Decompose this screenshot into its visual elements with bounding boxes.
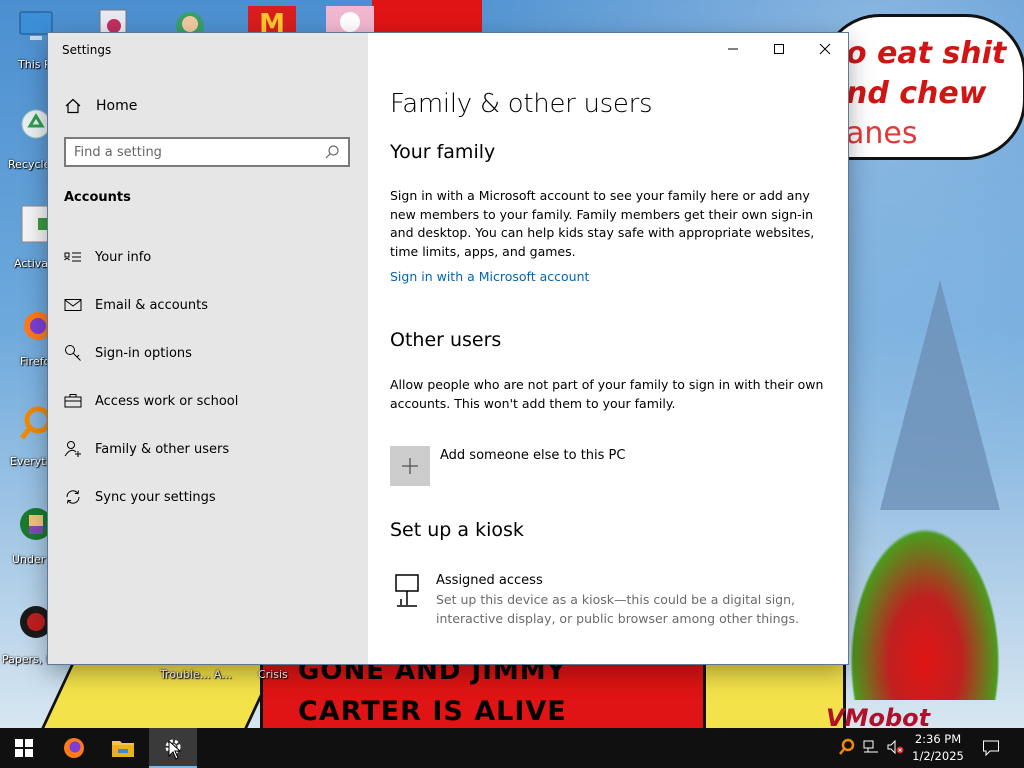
section-heading: Accounts — [64, 190, 131, 205]
kiosk-icon — [395, 574, 419, 607]
briefcase-icon — [64, 392, 82, 410]
search-box[interactable] — [64, 137, 350, 167]
desktop-label-firefox: Firefo — [20, 355, 51, 368]
content-pane: Family & other users Your family Sign in… — [390, 33, 830, 664]
desktop-label-trouble: Trouble... A... — [160, 668, 232, 681]
assigned-access-description: Set up this device as a kiosk—this could… — [436, 592, 799, 626]
assigned-access-title: Assigned access — [436, 573, 543, 588]
mouse-cursor-icon — [168, 740, 182, 760]
assigned-access-text: Assigned access Set up this device as a … — [436, 573, 816, 628]
desktop-label-papers: Papers, P — [2, 653, 53, 666]
sidebar-item-your-info[interactable]: Your info — [48, 233, 368, 281]
taskbar: 2:36 PM 1/2/2025 — [0, 728, 1024, 768]
wallpaper-text-2: CARTER IS ALIVE — [298, 696, 567, 727]
add-icon-tile — [390, 446, 430, 486]
desktop-label-this-pc: This P — [18, 58, 51, 71]
taskbar-file-explorer[interactable] — [99, 728, 147, 768]
sidebar-item-sign-in-options[interactable]: Sign-in options — [48, 329, 368, 377]
add-someone-label: Add someone else to this PC — [440, 448, 626, 463]
clock-date: 1/2/2025 — [912, 749, 964, 763]
wallpaper-tree — [880, 280, 1000, 510]
wallpaper-signature: VMobot — [826, 704, 931, 728]
contact-card-icon — [64, 248, 82, 266]
desktop-label-undertale: Under — [12, 553, 46, 566]
search-icon — [325, 145, 339, 159]
sidebar-item-label: Family & other users — [95, 441, 230, 457]
christmas-tree-image — [840, 510, 1010, 700]
sidebar: Settings Home Accounts Your info Email &… — [48, 33, 368, 664]
window-title: Settings — [62, 43, 112, 57]
page-title: Family & other users — [390, 89, 653, 119]
person-add-icon — [64, 440, 82, 458]
desktop-label-everything: Everyth — [10, 455, 53, 468]
folder-icon — [112, 741, 134, 757]
search-tray-icon[interactable] — [838, 738, 856, 756]
speech-text-3: anes — [846, 116, 918, 151]
sidebar-item-sync-settings[interactable]: Sync your settings — [48, 473, 368, 521]
windows-logo-icon — [15, 739, 33, 757]
assigned-access-item[interactable]: Assigned access Set up this device as a … — [394, 573, 816, 628]
sidebar-item-work-school[interactable]: Access work or school — [48, 377, 368, 425]
settings-window: Settings Home Accounts Your info Email &… — [48, 33, 848, 664]
sidebar-item-family-other-users[interactable]: Family & other users — [48, 425, 368, 473]
notifications-icon[interactable] — [982, 739, 1000, 757]
sidebar-item-label: Sync your settings — [95, 489, 216, 505]
sign-in-microsoft-link[interactable]: Sign in with a Microsoft account — [390, 269, 589, 284]
sidebar-item-label: Sign-in options — [95, 345, 192, 361]
home-label: Home — [96, 98, 138, 114]
your-family-heading: Your family — [390, 141, 496, 163]
kiosk-heading: Set up a kiosk — [390, 519, 524, 541]
sidebar-nav: Your info Email & accounts Sign-in optio… — [48, 233, 368, 521]
desktop-label-recycle: Recycle — [8, 158, 51, 171]
speech-text-1: o eat shit — [846, 36, 1007, 71]
desktop-label-activa: Activa — [14, 257, 48, 270]
other-users-description: Allow people who are not part of your fa… — [390, 377, 824, 411]
firefox-icon — [64, 738, 84, 758]
your-family-description: Sign in with a Microsoft account to see … — [390, 188, 815, 259]
network-icon[interactable] — [862, 738, 880, 756]
home-link[interactable]: Home — [64, 94, 137, 118]
speech-text-2: nd chew — [846, 76, 987, 111]
volume-muted-icon[interactable] — [886, 738, 904, 756]
sync-icon — [64, 488, 82, 506]
sidebar-item-label: Your info — [95, 249, 152, 265]
start-button[interactable] — [0, 728, 48, 768]
search-input[interactable] — [66, 138, 324, 166]
plus-icon — [402, 458, 418, 474]
clock-time: 2:36 PM — [914, 732, 962, 746]
key-icon — [64, 344, 82, 362]
clock[interactable]: 2:36 PM 1/2/2025 — [908, 731, 968, 765]
home-icon — [65, 98, 81, 114]
mail-icon — [64, 296, 82, 314]
sidebar-item-label: Email & accounts — [95, 297, 209, 313]
taskbar-firefox[interactable] — [50, 728, 98, 768]
other-users-heading: Other users — [390, 329, 502, 351]
add-someone-button[interactable]: Add someone else to this PC — [390, 446, 625, 486]
desktop-label-crisis: Crisis — [258, 668, 288, 681]
sidebar-item-email-accounts[interactable]: Email & accounts — [48, 281, 368, 329]
sidebar-item-label: Access work or school — [95, 393, 239, 409]
